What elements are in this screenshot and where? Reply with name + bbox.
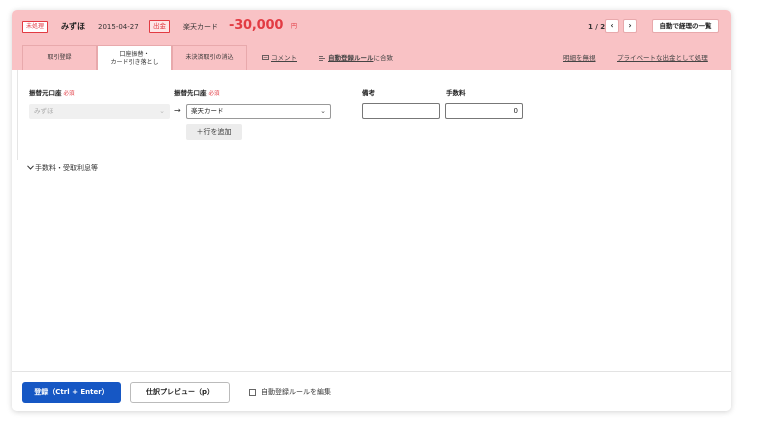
- header-row: 未処理 みずほ 2015-04-27 出金 楽天カード -30,000 円 1 …: [12, 10, 731, 44]
- required-badge: 必須: [208, 91, 220, 97]
- auto-rule-link[interactable]: 自動登録ルールに合致: [319, 53, 393, 63]
- form-area: 振替元口座 必須 振替先口座 必須 備考 手数料 みずほ ⌄ → 楽天カード ⌄ 0…: [12, 70, 731, 371]
- fee-label: 手数料: [446, 89, 466, 97]
- tab-label-line1: 口座振替・: [119, 50, 150, 58]
- arrow-right-icon: →: [174, 106, 181, 115]
- prev-button[interactable]: ‹: [605, 19, 619, 33]
- status-badge: 未処理: [22, 21, 49, 33]
- chevron-right-icon: ›: [628, 21, 632, 30]
- private-link[interactable]: プライベートな出金として処理: [617, 53, 708, 63]
- edit-rule-label[interactable]: 自動登録ルールを編集: [261, 387, 331, 397]
- chevron-left-icon: ‹: [610, 21, 614, 30]
- tab-transfer[interactable]: 口座振替・ カード引き落とし: [97, 45, 172, 71]
- transaction-card: 未処理 みずほ 2015-04-27 出金 楽天カード -30,000 円 1 …: [12, 10, 731, 411]
- transaction-amount: -30,000: [229, 18, 284, 33]
- tab-register[interactable]: 取引登録: [22, 45, 97, 70]
- add-row-button[interactable]: ＋行を追加: [186, 124, 242, 140]
- rule-suffix: に合致: [373, 54, 394, 62]
- fee-input[interactable]: 0: [445, 103, 523, 119]
- note-label: 備考: [362, 89, 375, 97]
- chevron-down-icon: ⌄: [320, 107, 326, 115]
- transaction-header: 未処理 みずほ 2015-04-27 出金 楽天カード -30,000 円 1 …: [12, 10, 731, 71]
- source-label-text: 振替元口座: [29, 89, 62, 97]
- source-account-label: 振替元口座 必須: [29, 88, 75, 99]
- preview-button[interactable]: 仕訳プレビュー（p）: [130, 382, 230, 403]
- tab-label: 取引登録: [47, 54, 72, 61]
- auto-list-button[interactable]: 自動で経理の一覧: [652, 19, 719, 33]
- save-button[interactable]: 登録（Ctrl + Enter）: [22, 382, 121, 403]
- comment-label: コメント: [271, 54, 297, 62]
- bank-name: みずほ: [61, 22, 85, 31]
- dest-account-select[interactable]: 楽天カード ⌄: [186, 104, 331, 119]
- dest-label-text: 振替先口座: [174, 89, 207, 97]
- currency-unit: 円: [291, 23, 298, 30]
- rule-link-label: 自動登録ルール: [328, 54, 374, 62]
- tab-label: 口座振替・ カード引き落とし: [110, 51, 158, 67]
- left-divider: [12, 70, 18, 160]
- footer-bar: 登録（Ctrl + Enter） 仕訳プレビュー（p） 自動登録ルールを編集: [12, 371, 731, 411]
- transaction-date: 2015-04-27: [98, 23, 139, 31]
- tab-reconcile[interactable]: 未決済取引の消込: [172, 45, 247, 70]
- fee-expand-toggle[interactable]: 手数料・受取利息等: [27, 163, 98, 173]
- dest-account-value: 楽天カード: [191, 107, 224, 115]
- payee-name: 楽天カード: [183, 23, 218, 31]
- note-input[interactable]: [362, 103, 440, 119]
- chevron-down-icon: [27, 165, 34, 170]
- direction-badge: 出金: [149, 20, 170, 33]
- ignore-link[interactable]: 明細を無視: [563, 53, 596, 63]
- edit-rule-checkbox[interactable]: [249, 389, 256, 396]
- chevron-down-icon: ⌄: [159, 107, 165, 115]
- source-account-value: みずほ: [34, 107, 54, 115]
- required-badge: 必須: [63, 91, 75, 97]
- dest-account-label: 振替先口座 必須: [174, 88, 220, 99]
- comment-icon: [262, 55, 269, 60]
- tab-label-line2: カード引き落とし: [110, 58, 159, 66]
- source-account-select: みずほ ⌄: [29, 104, 170, 119]
- next-button[interactable]: ›: [623, 19, 637, 33]
- rule-icon: [319, 56, 325, 61]
- tab-label: 未決済取引の消込: [185, 54, 234, 61]
- fee-expand-label: 手数料・受取利息等: [35, 164, 98, 172]
- comment-link[interactable]: コメント: [262, 53, 297, 63]
